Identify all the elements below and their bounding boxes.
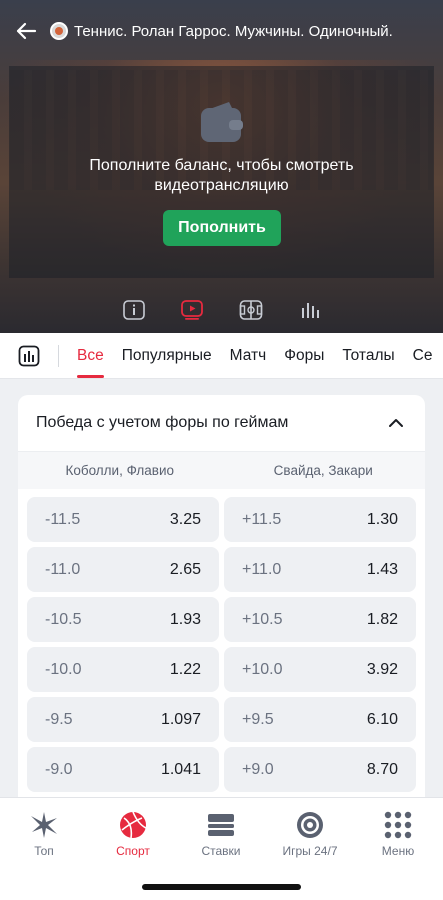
info-icon[interactable] [122, 298, 146, 322]
back-arrow-icon[interactable] [14, 19, 38, 43]
topup-message: Пополните баланс, чтобы смотреть видеотр… [89, 157, 354, 194]
odds-list: -11.5 3.25 +11.5 1.30 -11.0 2.65 +11.0 1.43 … [18, 489, 425, 792]
odds-row: -11.0 2.65 +11.0 1.43 [27, 547, 416, 592]
odds-value: 1.30 [366, 510, 398, 528]
market-card: Победа с учетом форы по геймам Коболли, … [18, 395, 425, 815]
nav-label: Игры 24/7 [282, 844, 338, 858]
bets-icon [208, 814, 234, 836]
nav-label: Меню [381, 844, 415, 858]
odds-cell-left[interactable]: -9.0 1.041 [27, 747, 219, 792]
nav-label: Спорт [116, 844, 150, 858]
statistics-icon [18, 345, 40, 366]
tab-totals[interactable]: Тоталы [342, 333, 394, 378]
odds-value: 1.097 [160, 710, 201, 728]
wallet-icon [201, 102, 243, 142]
stats-bars-icon[interactable] [298, 298, 322, 322]
event-title: Теннис. Ролан Гаррос. Мужчины. Одиночный… [74, 22, 394, 40]
nav-menu[interactable]: Меню [358, 810, 438, 858]
handicap-value: -11.5 [45, 510, 81, 528]
video-area: Теннис. Ролан Гаррос. Мужчины. Одиночный… [0, 0, 443, 333]
odds-row: -9.0 1.041 +9.0 8.70 [27, 747, 416, 792]
handicap-value: +11.5 [242, 510, 282, 528]
odds-cell-left[interactable]: -10.5 1.93 [27, 597, 219, 642]
handicap-value: -9.0 [45, 760, 73, 778]
team-right-name: Свайда, Закари [273, 463, 373, 478]
tennis-ball-icon [50, 22, 68, 40]
chevron-up-icon[interactable] [387, 414, 405, 432]
tab-handicaps[interactable]: Форы [284, 333, 324, 378]
court-icon[interactable] [239, 298, 263, 322]
nav-top[interactable]: Топ [4, 810, 84, 858]
odds-cell-left[interactable]: -11.0 2.65 [27, 547, 219, 592]
top-bar: Теннис. Ролан Гаррос. Мужчины. Одиночный… [0, 0, 443, 62]
tab-popular[interactable]: Популярные [122, 333, 212, 378]
tab-match[interactable]: Матч [230, 333, 267, 378]
handicap-value: -10.5 [45, 610, 82, 628]
teams-header: Коболли, Флавио Свайда, Закари [18, 451, 425, 489]
odds-value: 3.25 [169, 510, 201, 528]
odds-value: 2.65 [169, 560, 201, 578]
tab-all[interactable]: Все [77, 333, 104, 378]
odds-row: -10.0 1.22 +10.0 3.92 [27, 647, 416, 692]
target-icon [297, 812, 323, 838]
odds-cell-right[interactable]: +11.5 1.30 [224, 497, 416, 542]
nav-bets[interactable]: Ставки [181, 810, 261, 858]
odds-cell-right[interactable]: +9.0 8.70 [224, 747, 416, 792]
market-header[interactable]: Победа с учетом форы по геймам [18, 395, 425, 451]
odds-cell-left[interactable]: -10.0 1.22 [27, 647, 219, 692]
odds-cell-right[interactable]: +10.0 3.92 [224, 647, 416, 692]
video-mode-bar [0, 298, 443, 322]
odds-cell-left[interactable]: -9.5 1.097 [27, 697, 219, 742]
nav-label: Топ [34, 844, 54, 858]
odds-value: 1.22 [169, 660, 201, 678]
handicap-value: -9.5 [45, 710, 73, 728]
odds-row: -9.5 1.097 +9.5 6.10 [27, 697, 416, 742]
odds-value: 6.10 [366, 710, 398, 728]
odds-value: 1.041 [160, 760, 201, 778]
tab-sets[interactable]: Се [413, 333, 433, 378]
odds-value: 1.82 [366, 610, 398, 628]
odds-row: -10.5 1.93 +10.5 1.82 [27, 597, 416, 642]
home-indicator [142, 884, 301, 890]
odds-cell-left[interactable]: -11.5 3.25 [27, 497, 219, 542]
odds-cell-right[interactable]: +11.0 1.43 [224, 547, 416, 592]
odds-value: 3.92 [366, 660, 398, 678]
top-star-icon [31, 812, 57, 838]
tab-divider [58, 344, 59, 367]
odds-value: 8.70 [366, 760, 398, 778]
statistics-button[interactable] [18, 344, 58, 368]
market-title: Победа с учетом форы по геймам [36, 414, 289, 431]
odds-value: 1.43 [366, 560, 398, 578]
nav-label: Ставки [201, 844, 241, 858]
odds-cell-right[interactable]: +9.5 6.10 [224, 697, 416, 742]
team-left-name: Коболли, Флавио [65, 463, 175, 478]
handicap-value: -11.0 [45, 560, 81, 578]
nav-games[interactable]: Игры 24/7 [270, 810, 350, 858]
handicap-value: +10.0 [242, 660, 283, 678]
nav-sport[interactable]: Спорт [93, 810, 173, 858]
handicap-value: +11.0 [242, 560, 282, 578]
menu-grid-icon [384, 811, 412, 839]
odds-row: -11.5 3.25 +11.5 1.30 [27, 497, 416, 542]
handicap-value: -10.0 [45, 660, 82, 678]
handicap-value: +9.5 [242, 710, 274, 728]
odds-value: 1.93 [169, 610, 201, 628]
volleyball-icon [120, 811, 147, 839]
topup-button[interactable]: Пополнить [163, 210, 281, 246]
handicap-value: +10.5 [242, 610, 283, 628]
market-tabs: Все Популярные Матч Форы Тоталы Се [0, 333, 443, 379]
play-video-icon[interactable] [180, 298, 204, 322]
handicap-value: +9.0 [242, 760, 274, 778]
odds-cell-right[interactable]: +10.5 1.82 [224, 597, 416, 642]
